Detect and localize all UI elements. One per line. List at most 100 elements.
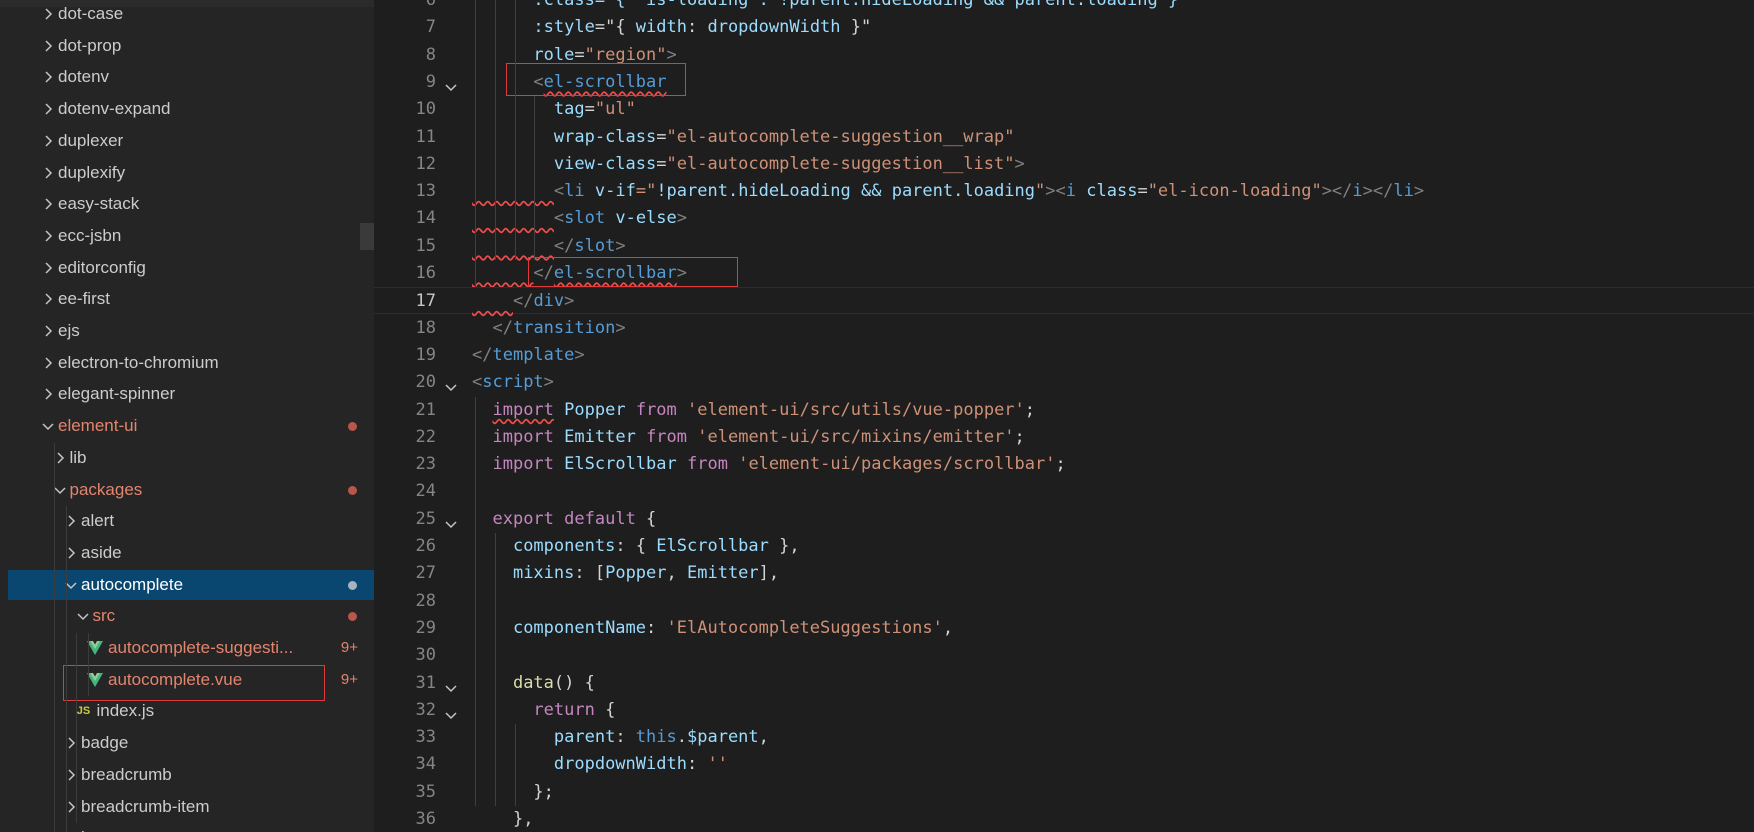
code-line[interactable]: 6 :class="{ 'is-loading': !parent.hideLo… xyxy=(374,0,1754,14)
code-token: ; xyxy=(1055,454,1066,475)
code-line[interactable]: 15 </slot> xyxy=(374,233,1754,260)
line-number: 17 xyxy=(415,291,436,312)
code-line[interactable]: 24 xyxy=(374,478,1754,505)
tree-item-ee-first[interactable]: ee-first xyxy=(8,284,374,314)
code-token: !parent.hideLoading && parent.loading xyxy=(656,181,1036,202)
code-line[interactable]: 17 </div> xyxy=(374,287,1754,315)
code-line[interactable]: 7 :style="{ width: dropdownWidth }" xyxy=(374,14,1754,41)
code-token: ], xyxy=(758,563,780,584)
code-token: data xyxy=(512,672,554,693)
tree-item-dotenv[interactable]: dotenv xyxy=(8,62,374,92)
tree-item-duplexer[interactable]: duplexer xyxy=(8,126,374,156)
code-line[interactable]: 33 parent: this.$parent, xyxy=(374,724,1754,751)
code-editor[interactable]: 6 :class="{ 'is-loading': !parent.hideLo… xyxy=(374,0,1754,832)
code-token: class xyxy=(1086,181,1138,202)
tree-item-easy-stack[interactable]: easy-stack xyxy=(8,189,374,219)
tree-item-b[interactable]: b xyxy=(8,823,374,832)
code-line[interactable]: 29 componentName: 'ElAutocompleteSuggest… xyxy=(374,615,1754,642)
code-token: Popper xyxy=(605,563,667,584)
code-line[interactable]: 19 </template> xyxy=(374,342,1754,369)
code-line[interactable]: 14 <slot v-else> xyxy=(374,205,1754,232)
tree-item-duplexify[interactable]: duplexify xyxy=(8,158,374,188)
code-line[interactable]: 22 import Emitter from 'element-ui/src/m… xyxy=(374,424,1754,451)
code-line[interactable]: 31 data() { xyxy=(374,670,1754,697)
tree-item-label: ee-first xyxy=(58,289,110,309)
tree-item-element-ui[interactable]: element-ui xyxy=(8,411,374,441)
code-line[interactable]: 12 view-class="el-autocomplete-suggestio… xyxy=(374,151,1754,178)
code-line[interactable]: 25 export default { xyxy=(374,506,1754,533)
fold-chevron-icon[interactable] xyxy=(444,704,458,719)
tree-item-ecc-jsbn[interactable]: ecc-jsbn xyxy=(8,221,374,251)
line-number: 19 xyxy=(415,344,436,365)
code-line[interactable]: 30 xyxy=(374,642,1754,669)
fold-chevron-icon[interactable] xyxy=(444,76,458,91)
indent-guide xyxy=(54,442,55,832)
code-line[interactable]: 28 xyxy=(374,588,1754,615)
tree-item-badge[interactable]: badge xyxy=(8,728,374,758)
code-token: , xyxy=(666,563,687,584)
code-token: </ xyxy=(553,235,575,256)
line-number: 8 xyxy=(425,44,436,65)
code-token: : [ xyxy=(574,563,606,584)
chevron-right-icon xyxy=(38,292,58,306)
code-text: :class="{ 'is-loading': !parent.hideLoad… xyxy=(472,0,1188,14)
chevron-right-icon xyxy=(38,7,58,21)
tree-item-dot-case[interactable]: dot-case xyxy=(8,0,374,29)
tree-item-electron-to-chromium[interactable]: electron-to-chromium xyxy=(8,348,374,378)
tree-item-dot-prop[interactable]: dot-prop xyxy=(8,31,374,61)
tree-item-elegant-spinner[interactable]: elegant-spinner xyxy=(8,379,374,409)
code-line[interactable]: 20 <script> xyxy=(374,369,1754,396)
tree-item-breadcrumb-item[interactable]: breadcrumb-item xyxy=(8,792,374,822)
tree-item-autocomplete[interactable]: autocomplete xyxy=(8,569,374,600)
fold-chevron-icon[interactable] xyxy=(444,376,458,392)
code-token: = xyxy=(584,99,595,120)
code-line[interactable]: 11 wrap-class="el-autocomplete-suggestio… xyxy=(374,124,1754,151)
tree-item-autocomplete-suggesti-[interactable]: autocomplete-suggesti... 9+ xyxy=(8,633,374,663)
tree-item-src[interactable]: src xyxy=(8,601,374,631)
code-text: <slot v-else> xyxy=(472,205,687,232)
line-number: 21 xyxy=(415,399,436,420)
code-line[interactable]: 23 import ElScrollbar from 'element-ui/p… xyxy=(374,451,1754,478)
code-line[interactable]: 27 mixins: [Popper, Emitter], xyxy=(374,560,1754,587)
code-token: : xyxy=(686,754,708,775)
code-line[interactable]: 36 }, xyxy=(374,806,1754,832)
code-line[interactable]: 26 components: { ElScrollbar }, xyxy=(374,533,1754,560)
line-number: 12 xyxy=(415,153,436,174)
code-line[interactable]: 10 tag="ul" xyxy=(374,96,1754,123)
code-token: from xyxy=(635,399,677,420)
code-line[interactable]: 21 import Popper from 'element-ui/src/ut… xyxy=(374,397,1754,424)
code-token: > xyxy=(543,372,554,393)
code-token: 'element-ui/packages/scrollbar' xyxy=(738,454,1056,475)
code-line[interactable]: 35 }; xyxy=(374,779,1754,806)
indent-guide xyxy=(88,633,89,697)
fold-chevron-icon[interactable] xyxy=(444,513,458,528)
tree-item-ejs[interactable]: ejs xyxy=(8,316,374,346)
code-token: slot xyxy=(564,208,606,229)
explorer-scrollbar-thumb[interactable] xyxy=(360,223,374,250)
line-number: 16 xyxy=(415,263,436,283)
line-number: 7 xyxy=(425,17,436,38)
tree-item-breadcrumb[interactable]: breadcrumb xyxy=(8,760,374,790)
tree-item-label: easy-stack xyxy=(58,194,140,214)
fold-chevron-icon[interactable] xyxy=(444,677,458,692)
code-token: > xyxy=(564,291,575,312)
code-line[interactable]: 18 </transition> xyxy=(374,315,1754,342)
tree-item-lib[interactable]: lib xyxy=(8,443,374,473)
file-explorer: dot-case dot-prop dotenv dotenv-expand duple… xyxy=(0,0,374,832)
tree-item-dotenv-expand[interactable]: dotenv-expand xyxy=(8,94,374,124)
tree-item-editorconfig[interactable]: editorconfig xyxy=(8,253,374,283)
tree-item-alert[interactable]: alert xyxy=(8,506,374,536)
code-line[interactable]: 13 <li v-if="!parent.hideLoading && pare… xyxy=(374,178,1754,205)
chevron-down-icon xyxy=(50,483,70,497)
line-number: 27 xyxy=(415,563,436,584)
line-number: 25 xyxy=(415,508,436,529)
tree-item-aside[interactable]: aside xyxy=(8,538,374,568)
tree-item-packages[interactable]: packages xyxy=(8,475,374,505)
code-line[interactable]: 34 dropdownWidth: '' xyxy=(374,751,1754,778)
code-line[interactable]: 32 return { xyxy=(374,697,1754,724)
